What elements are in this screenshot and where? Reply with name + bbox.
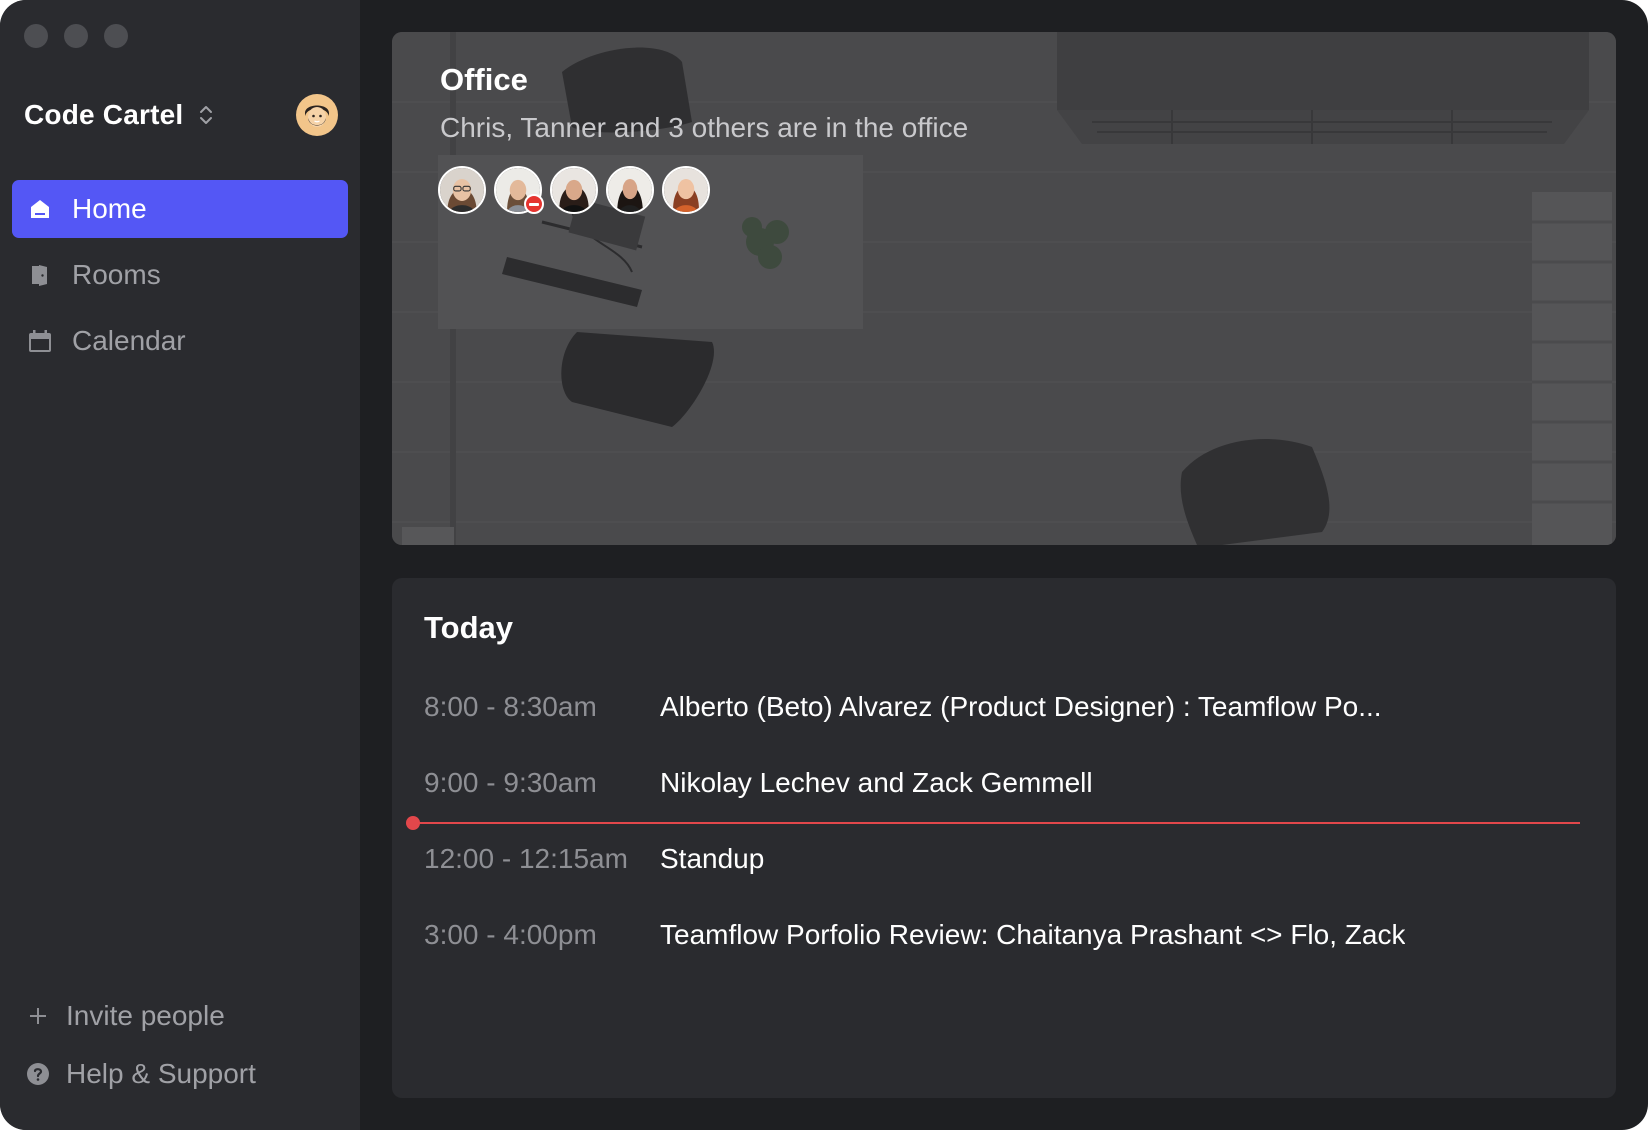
workspace-name: Code Cartel [24, 99, 184, 130]
office-title: Office [440, 62, 528, 97]
maximize-window-button[interactable] [104, 24, 128, 48]
sidebar-nav: Home Rooms Calendar [12, 180, 348, 378]
today-title: Today [424, 610, 513, 645]
sidebar-footer: Invite people Help & Support [26, 978, 256, 1094]
user-avatar[interactable] [296, 94, 338, 136]
do-not-disturb-badge [524, 194, 544, 214]
event-time: 12:00 - 12:15am [424, 843, 628, 874]
member-avatar[interactable] [550, 166, 598, 214]
close-window-button[interactable] [24, 24, 48, 48]
sidebar-item-label: Home [72, 193, 147, 224]
invite-people-label: Invite people [66, 1000, 225, 1031]
event-title: Standup [660, 843, 765, 874]
sidebar-item-label: Calendar [72, 325, 186, 356]
window-controls [24, 24, 128, 48]
office-floorplan-image [392, 32, 1616, 545]
calendar-event[interactable]: 8:00 - 8:30am Alberto (Beto) Alvarez (Pr… [424, 687, 1584, 727]
help-support-button[interactable]: Help & Support [26, 1054, 256, 1094]
event-time: 3:00 - 4:00pm [424, 919, 597, 950]
event-time: 8:00 - 8:30am [424, 691, 597, 722]
member-avatar[interactable] [494, 166, 544, 214]
plus-icon [26, 1004, 50, 1028]
office-subtitle: Chris, Tanner and 3 others are in the of… [440, 112, 969, 143]
office-members [438, 166, 710, 214]
door-icon [28, 263, 52, 287]
event-title: Nikolay Lechev and Zack Gemmell [660, 767, 1093, 798]
home-icon [28, 197, 52, 221]
minimize-window-button[interactable] [64, 24, 88, 48]
sidebar-item-label: Rooms [72, 259, 161, 290]
workspace-switcher[interactable]: Code Cartel [24, 92, 338, 138]
help-support-label: Help & Support [66, 1058, 256, 1089]
sidebar-item-home[interactable]: Home [12, 180, 348, 238]
sidebar-item-calendar[interactable]: Calendar [12, 312, 348, 370]
calendar-event[interactable]: 9:00 - 9:30am Nikolay Lechev and Zack Ge… [424, 763, 1584, 803]
calendar-icon [28, 329, 52, 353]
calendar-event[interactable]: 3:00 - 4:00pm Teamflow Porfolio Review: … [424, 915, 1584, 955]
chevron-updown-icon [199, 103, 213, 127]
app-window: Code Cartel Home Rooms Calendar Invite p… [0, 0, 1648, 1130]
member-avatar[interactable] [606, 166, 654, 214]
help-icon [26, 1062, 50, 1086]
office-card[interactable]: Office Chris, Tanner and 3 others are in… [392, 32, 1616, 545]
member-avatar[interactable] [438, 166, 486, 214]
calendar-event[interactable]: 12:00 - 12:15am Standup [424, 839, 1584, 879]
event-title: Alberto (Beto) Alvarez (Product Designer… [660, 691, 1382, 722]
event-time: 9:00 - 9:30am [424, 767, 597, 798]
main-content: Office Chris, Tanner and 3 others are in… [360, 0, 1648, 1130]
current-time-dot [406, 816, 420, 830]
member-avatar[interactable] [662, 166, 710, 214]
sidebar: Code Cartel Home Rooms Calendar Invite p… [0, 0, 360, 1130]
invite-people-button[interactable]: Invite people [26, 996, 256, 1036]
current-time-indicator [406, 816, 1580, 830]
sidebar-item-rooms[interactable]: Rooms [12, 246, 348, 304]
today-card: Today 8:00 - 8:30am Alberto (Beto) Alvar… [392, 578, 1616, 1098]
event-title: Teamflow Porfolio Review: Chaitanya Pras… [660, 919, 1406, 950]
